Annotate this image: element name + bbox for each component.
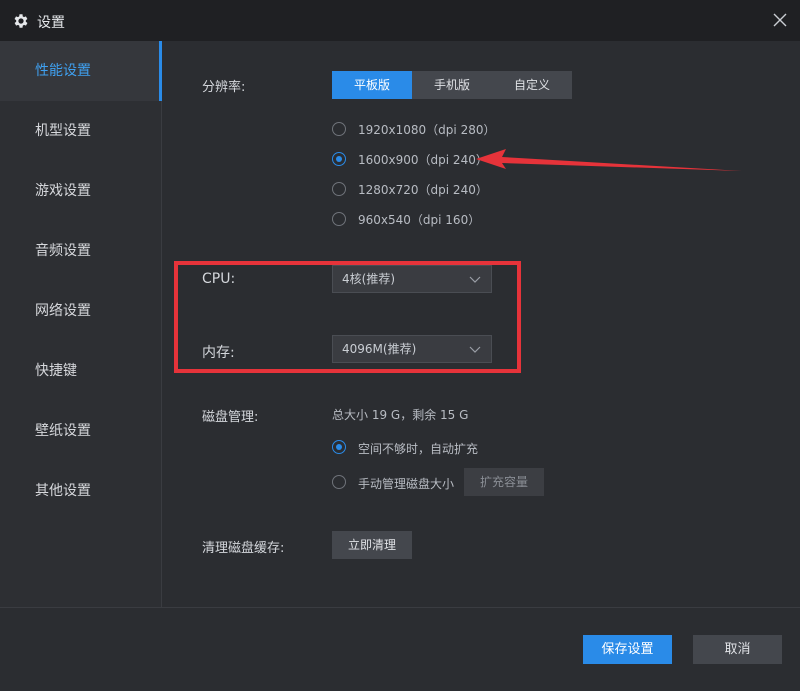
chevron-down-icon bbox=[469, 276, 481, 283]
gear-icon bbox=[14, 14, 28, 28]
chevron-down-icon bbox=[469, 346, 481, 353]
settings-sidebar: 性能设置 机型设置 游戏设置 音频设置 网络设置 快捷键 壁纸设置 其他设置 bbox=[0, 41, 162, 607]
memory-select[interactable]: 4096M(推荐) bbox=[332, 335, 492, 363]
cancel-button[interactable]: 取消 bbox=[693, 635, 782, 664]
resolution-radio-1920[interactable] bbox=[332, 122, 346, 136]
sidebar-item-wallpaper[interactable]: 壁纸设置 bbox=[0, 401, 161, 461]
cpu-label: CPU: bbox=[202, 271, 236, 287]
disk-label: 磁盘管理: bbox=[202, 410, 259, 425]
cpu-select[interactable]: 4核(推荐) bbox=[332, 265, 492, 293]
cpu-select-value: 4核(推荐) bbox=[342, 272, 395, 286]
sidebar-item-audio[interactable]: 音频设置 bbox=[0, 221, 161, 281]
memory-select-value: 4096M(推荐) bbox=[342, 342, 417, 356]
resolution-label: 分辨率: bbox=[202, 80, 246, 95]
tab-tablet[interactable]: 平板版 bbox=[332, 71, 412, 99]
disk-option-label: 空间不够时，自动扩充 bbox=[358, 442, 479, 456]
dialog-footer: 保存设置 取消 bbox=[0, 607, 800, 691]
cache-label: 清理磁盘缓存: bbox=[202, 541, 285, 556]
annotation-arrow-icon bbox=[476, 149, 742, 171]
save-settings-button[interactable]: 保存设置 bbox=[583, 635, 672, 664]
title-bar: 设置 bbox=[0, 0, 800, 41]
sidebar-item-other[interactable]: 其他设置 bbox=[0, 461, 161, 521]
window-title: 设置 bbox=[37, 15, 65, 31]
resolution-option-label: 960x540（dpi 160） bbox=[358, 213, 481, 227]
disk-radio-manual[interactable] bbox=[332, 475, 346, 489]
sidebar-item-device-model[interactable]: 机型设置 bbox=[0, 101, 161, 161]
resolution-mode-tabs: 平板版 手机版 自定义 bbox=[332, 71, 572, 99]
resolution-option-label: 1920x1080（dpi 280） bbox=[358, 123, 496, 137]
close-icon[interactable] bbox=[772, 12, 788, 28]
tab-phone[interactable]: 手机版 bbox=[412, 71, 492, 99]
memory-label: 内存: bbox=[202, 345, 235, 361]
resolution-radio-1600[interactable] bbox=[332, 152, 346, 166]
expand-capacity-button[interactable]: 扩充容量 bbox=[464, 468, 544, 496]
resolution-option-label: 1280x720（dpi 240） bbox=[358, 183, 488, 197]
sidebar-item-network[interactable]: 网络设置 bbox=[0, 281, 161, 341]
sidebar-item-shortcuts[interactable]: 快捷键 bbox=[0, 341, 161, 401]
disk-summary: 总大小 19 G，剩余 15 G bbox=[332, 408, 469, 422]
tab-custom[interactable]: 自定义 bbox=[492, 71, 572, 99]
sidebar-item-performance[interactable]: 性能设置 bbox=[0, 41, 162, 101]
sidebar-item-game[interactable]: 游戏设置 bbox=[0, 161, 161, 221]
disk-radio-auto[interactable] bbox=[332, 440, 346, 454]
resolution-radio-1280[interactable] bbox=[332, 182, 346, 196]
resolution-option-label: 1600x900（dpi 240） bbox=[358, 153, 488, 167]
clear-cache-button[interactable]: 立即清理 bbox=[332, 531, 412, 559]
disk-option-label: 手动管理磁盘大小 bbox=[358, 477, 455, 491]
resolution-radio-960[interactable] bbox=[332, 212, 346, 226]
